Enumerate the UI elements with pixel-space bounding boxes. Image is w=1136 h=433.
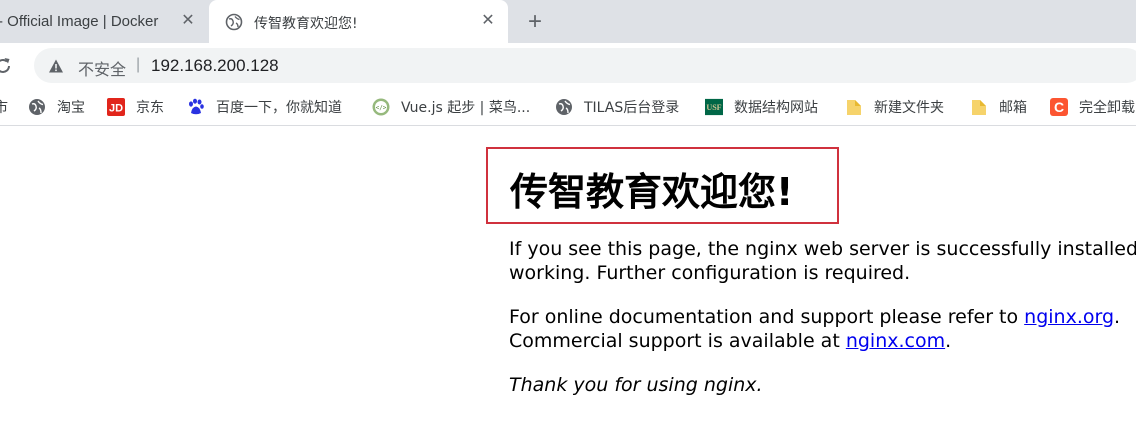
page-heading: 传智教育欢迎您!	[510, 170, 794, 214]
bookmark-label: 市	[0, 100, 8, 116]
bookmark-taobao[interactable]: 淘宝	[28, 95, 85, 119]
new-tab-button[interactable]: +	[522, 9, 548, 35]
documentation-paragraph: For online documentation and support ple…	[509, 305, 1120, 353]
bookmark-usf-data-structures[interactable]: USF 数据结构网站	[705, 95, 818, 119]
svg-text:</>: </>	[376, 105, 387, 112]
docs-period: .	[1114, 306, 1121, 328]
address-separator: |	[136, 56, 141, 73]
bookmark-tilas[interactable]: TILAS后台登录	[555, 95, 679, 119]
docs-text: For online documentation and support ple…	[509, 306, 1025, 328]
jd-icon: JD	[107, 98, 125, 116]
security-status-label[interactable]: 不安全	[78, 56, 126, 80]
heading-highlight-box: 传智教育欢迎您!	[486, 147, 839, 224]
intro-paragraph: If you see this page, the nginx web serv…	[509, 237, 1136, 285]
nginx-org-link[interactable]: nginx.org	[1024, 306, 1114, 328]
csdn-icon: C	[1050, 98, 1068, 116]
nginx-com-link[interactable]: nginx.com	[846, 330, 945, 352]
folder-icon	[845, 98, 863, 116]
runoob-icon: </>	[372, 98, 390, 116]
browser-toolbar: 不安全 | 192.168.200.128	[0, 43, 1136, 88]
globe-icon	[225, 13, 243, 31]
tab-docker-official-image[interactable]: - Official Image | Docker ✕	[0, 0, 206, 43]
tab-title: - Official Image | Docker	[0, 13, 159, 30]
svg-text:C: C	[1054, 99, 1064, 115]
bookmark-label: 百度一下，你就知道	[216, 100, 342, 116]
bookmark-label: 邮箱	[999, 100, 1027, 116]
bookmarks-bar: 市 淘宝 JD 京东 百度一下，你就知道 </> Vue.js 起步 | 菜鸟.…	[0, 88, 1136, 126]
bookmark-label: 数据结构网站	[734, 100, 818, 116]
reload-icon[interactable]	[0, 55, 14, 77]
bookmark-item[interactable]: 市	[0, 95, 8, 119]
warning-icon[interactable]	[48, 58, 64, 74]
tab-close-icon[interactable]: ✕	[480, 13, 496, 29]
svg-text:JD: JD	[109, 103, 123, 115]
bookmark-label: 淘宝	[57, 100, 85, 116]
usf-icon: USF	[705, 98, 723, 116]
tab-strip: - Official Image | Docker ✕ 传智教育欢迎您! ✕ +	[0, 0, 1136, 43]
tab-title: 传智教育欢迎您!	[254, 16, 358, 32]
baidu-paw-icon	[187, 98, 205, 116]
tab-close-icon[interactable]: ✕	[180, 13, 196, 29]
bookmark-runoob[interactable]: </> Vue.js 起步 | 菜鸟...	[372, 95, 530, 119]
globe-icon	[28, 98, 46, 116]
bookmark-baidu[interactable]: 百度一下，你就知道	[187, 95, 342, 119]
folder-icon	[970, 98, 988, 116]
bookmark-jd[interactable]: JD 京东	[107, 95, 164, 119]
bookmark-csdn[interactable]: C 完全卸载	[1050, 95, 1135, 119]
bookmark-label: 完全卸载	[1079, 100, 1135, 116]
intro-line-1: If you see this page, the nginx web serv…	[509, 238, 1136, 260]
bookmark-folder-new[interactable]: 新建文件夹	[845, 95, 944, 119]
address-bar[interactable]: 不安全 | 192.168.200.128	[34, 48, 1136, 83]
tab-active-page[interactable]: 传智教育欢迎您! ✕	[209, 0, 508, 43]
commercial-period: .	[945, 330, 952, 352]
bookmark-label: TILAS后台登录	[584, 100, 680, 116]
svg-text:USF: USF	[706, 103, 721, 112]
bookmark-folder-mail[interactable]: 邮箱	[970, 95, 1027, 119]
intro-line-2: working. Further configuration is requir…	[509, 262, 911, 284]
bookmark-label: Vue.js 起步 | 菜鸟...	[401, 100, 531, 116]
page-content: 传智教育欢迎您! If you see this page, the nginx…	[0, 127, 1136, 433]
commercial-text: Commercial support is available at	[509, 330, 846, 352]
bookmark-label: 京东	[136, 100, 164, 116]
globe-icon	[555, 98, 573, 116]
url-text[interactable]: 192.168.200.128	[151, 56, 279, 76]
bookmark-label: 新建文件夹	[874, 100, 944, 116]
thank-you-text: Thank you for using nginx.	[509, 374, 763, 396]
